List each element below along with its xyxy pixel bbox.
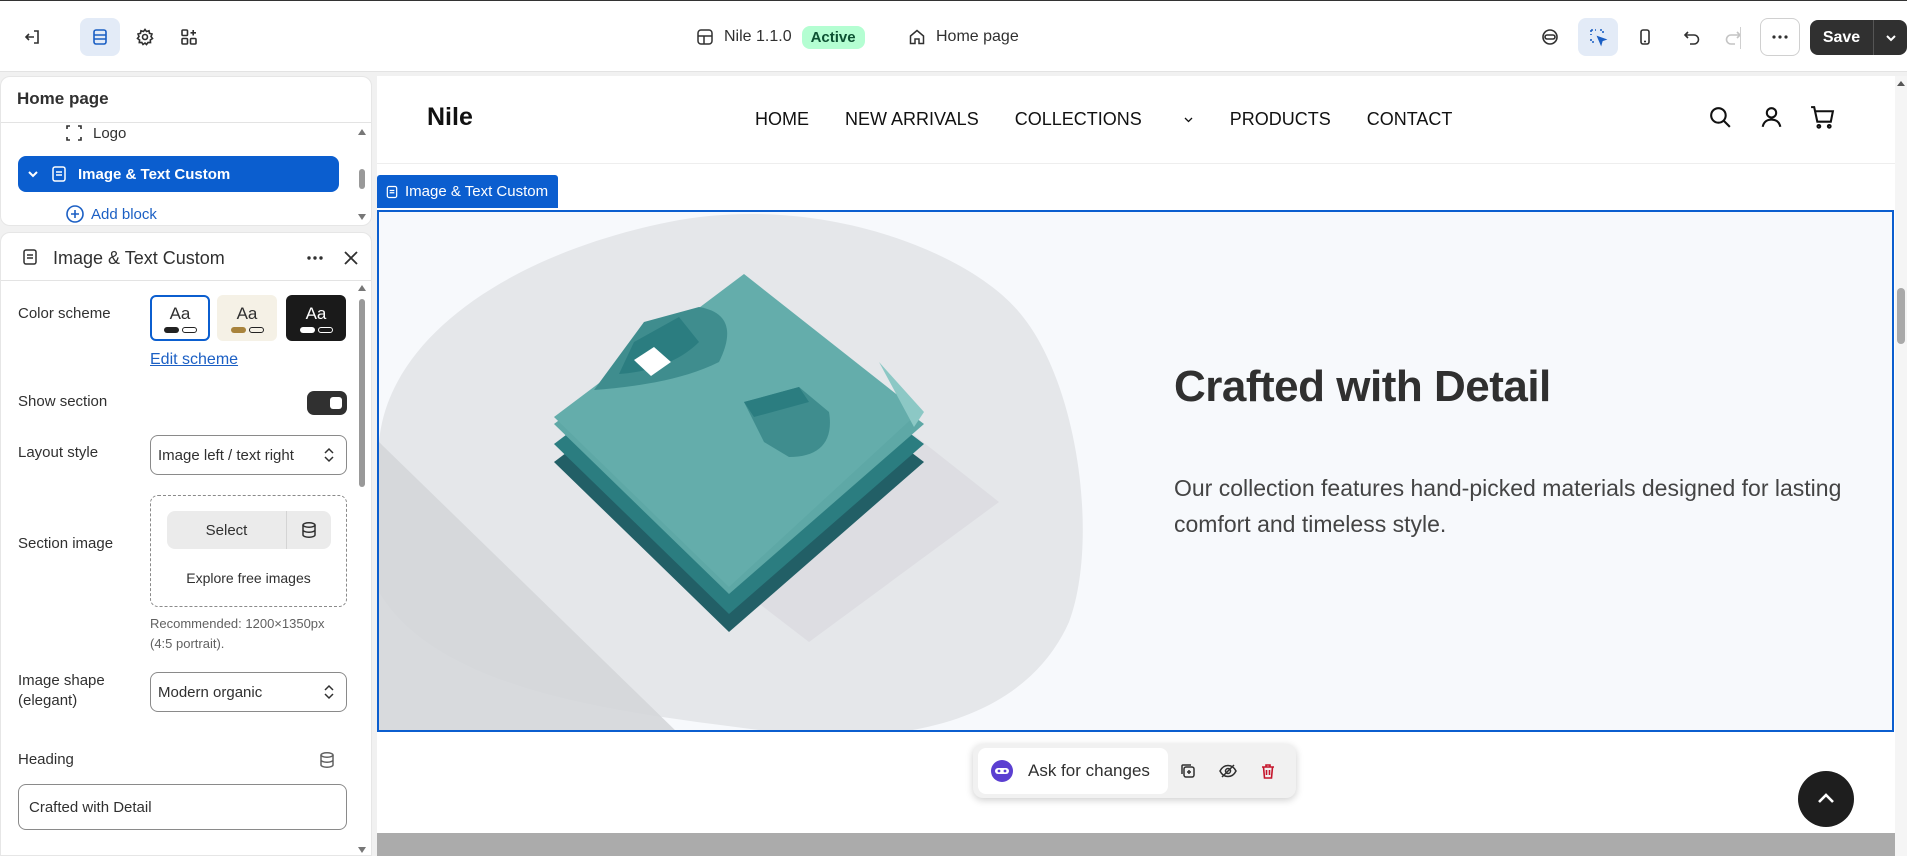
section-tree-panel: Home page Logo Image & Text Custom Add b…	[0, 76, 372, 226]
preview-scrollbar[interactable]	[1895, 76, 1907, 856]
heading-label: Heading	[18, 751, 74, 768]
home-icon	[909, 29, 925, 45]
delete-icon[interactable]	[1248, 762, 1288, 780]
section-image-label: Section image	[18, 535, 114, 552]
section-icon	[23, 249, 37, 265]
store-preview: Nile HOME NEW ARRIVALS COLLECTIONS PRODU…	[377, 76, 1907, 856]
page-name: Home page	[936, 28, 1019, 45]
close-icon[interactable]	[341, 248, 361, 268]
save-button[interactable]: Save	[1810, 20, 1907, 55]
nav-new-arrivals[interactable]: NEW ARRIVALS	[845, 109, 979, 130]
toolbar-divider	[1740, 27, 1741, 49]
chevron-down-icon[interactable]	[1874, 31, 1907, 45]
sections-icon[interactable]	[80, 18, 120, 56]
more-icon[interactable]	[305, 248, 325, 268]
ai-assistant-icon[interactable]	[1530, 18, 1570, 56]
edit-scheme-link[interactable]: Edit scheme	[150, 351, 238, 369]
layout-icon	[697, 29, 713, 45]
show-section-label: Show section	[18, 393, 108, 410]
more-icon[interactable]	[1760, 18, 1800, 56]
theme-name: Nile 1.1.0	[724, 28, 792, 45]
settings-scrollbar[interactable]	[357, 281, 367, 856]
layout-style-select[interactable]: Image left / text right	[150, 435, 347, 475]
preview-scroll-thumb[interactable]	[1897, 288, 1905, 344]
color-scheme-swatch-light[interactable]: Aa	[150, 295, 210, 341]
cart-icon[interactable]	[1809, 104, 1836, 131]
color-scheme-swatch-dark[interactable]: Aa	[286, 295, 346, 341]
tree-item-label: Image & Text Custom	[78, 165, 231, 183]
plus-circle-icon	[66, 205, 84, 223]
chevron-down-icon	[1184, 117, 1193, 123]
search-icon[interactable]	[1707, 104, 1734, 131]
nav-home[interactable]: HOME	[755, 109, 809, 130]
editor-topbar: Nile 1.1.0 Active Home page Save	[0, 0, 1907, 72]
section-heading: Crafted with Detail	[1174, 362, 1551, 411]
tree-item-label: Logo	[93, 124, 127, 142]
database-icon[interactable]	[287, 511, 331, 549]
nav-products[interactable]: PRODUCTS	[1230, 109, 1331, 130]
settings-title: Image & Text Custom	[53, 248, 225, 268]
select-chevron-icon	[324, 684, 334, 700]
color-scheme-label: Color scheme	[18, 305, 111, 322]
undo-icon[interactable]	[1672, 18, 1712, 56]
store-logo[interactable]: Nile	[427, 103, 473, 132]
select-chevron-icon	[324, 447, 334, 463]
store-nav: HOME NEW ARRIVALS COLLECTIONS PRODUCTS C…	[755, 109, 1488, 130]
divider	[1, 122, 371, 123]
section-tag[interactable]: Image & Text Custom	[377, 175, 559, 208]
image-helper-text: Recommended: 1200×1350px (4:5 portrait).	[150, 616, 325, 651]
apps-icon[interactable]	[169, 18, 209, 56]
scroll-to-top-button[interactable]	[1798, 771, 1854, 827]
tree-item-logo[interactable]: Logo	[65, 124, 126, 142]
image-shape-select[interactable]: Modern organic	[150, 672, 347, 712]
chevron-up-icon	[1818, 793, 1834, 803]
theme-info: Nile 1.1.0 Active	[696, 23, 865, 51]
database-icon[interactable]	[318, 751, 336, 769]
chevron-down-icon[interactable]	[26, 167, 40, 181]
page-selector[interactable]: Home page	[908, 23, 1019, 51]
nav-contact[interactable]: CONTACT	[1367, 109, 1453, 130]
heading-input[interactable]: Crafted with Detail	[18, 784, 347, 830]
section-illustration	[379, 214, 1083, 730]
section-icon	[52, 166, 66, 182]
section-body: Our collection features hand-picked mate…	[1174, 475, 1842, 537]
nav-collections[interactable]: COLLECTIONS	[1015, 109, 1194, 130]
color-scheme-swatch-warm[interactable]: Aa	[217, 295, 277, 341]
next-section-preview	[377, 833, 1895, 856]
layout-style-label: Layout style	[18, 444, 99, 461]
tree-scrollbar[interactable]	[357, 127, 367, 222]
show-section-toggle[interactable]	[307, 391, 347, 415]
add-block-button[interactable]: Add block	[65, 204, 157, 224]
image-text-section[interactable]: Crafted with Detail Our collection featu…	[377, 210, 1894, 732]
mobile-view-icon[interactable]	[1625, 18, 1665, 56]
hide-icon[interactable]	[1208, 761, 1248, 781]
section-icon	[386, 185, 398, 198]
store-header: Nile HOME NEW ARRIVALS COLLECTIONS PRODU…	[377, 76, 1895, 164]
duplicate-icon[interactable]	[1168, 762, 1208, 780]
image-picker: Select Explore free images	[150, 495, 347, 607]
ai-avatar-icon	[991, 760, 1013, 782]
inspector-icon[interactable]	[1578, 18, 1618, 56]
status-badge: Active	[801, 25, 865, 49]
ask-for-changes-button[interactable]: Ask for changes	[978, 748, 1168, 794]
floating-toolbar: Ask for changes	[973, 744, 1296, 798]
dashed-square-icon	[66, 125, 82, 141]
settings-header: Image & Text Custom	[1, 233, 371, 281]
account-icon[interactable]	[1758, 104, 1785, 131]
image-shape-label: Image shape (elegant)	[18, 672, 105, 709]
tree-item-image-text-custom[interactable]: Image & Text Custom	[18, 156, 339, 192]
exit-icon[interactable]	[13, 18, 53, 56]
store-header-icons	[1707, 104, 1836, 131]
settings-panel: Image & Text Custom Color scheme Aa Aa A…	[0, 232, 372, 856]
gear-icon[interactable]	[125, 18, 165, 56]
explore-free-images-link[interactable]: Explore free images	[151, 570, 346, 586]
redo-icon[interactable]	[1713, 18, 1753, 56]
select-image-button[interactable]: Select	[167, 511, 287, 549]
tree-title: Home page	[17, 89, 109, 108]
